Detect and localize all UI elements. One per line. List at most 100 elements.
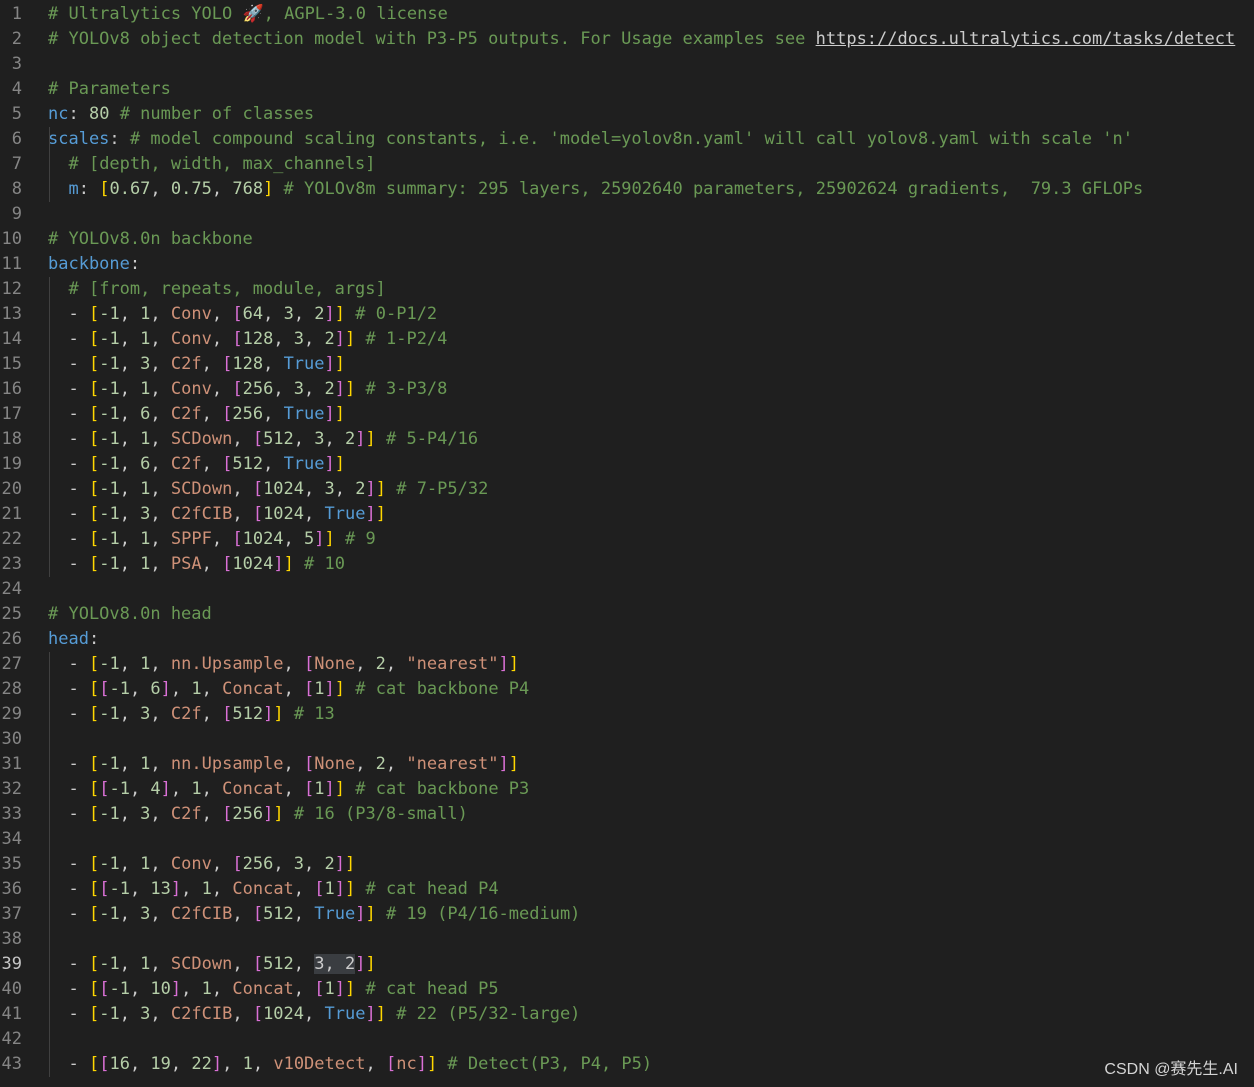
code-line[interactable]: 42 xyxy=(0,1027,1254,1052)
code-line[interactable]: 29 - [-1, 3, C2f, [512]] # 13 xyxy=(0,702,1254,727)
code-token: [ xyxy=(88,854,100,874)
line-code: - [-1, 1, Conv, [64, 3, 2]] # 0-P1/2 xyxy=(48,302,437,327)
code-line[interactable]: 38 xyxy=(0,927,1254,952)
code-token: 22 xyxy=(191,1054,212,1074)
line-number: 39 xyxy=(1,954,22,974)
code-token: 1 xyxy=(324,979,335,999)
code-token: [ xyxy=(99,979,110,999)
code-token: 6 xyxy=(150,679,161,699)
code-line[interactable]: 26 head: xyxy=(0,627,1254,652)
code-line[interactable]: 8 m: [0.67, 0.75, 768] # YOLOv8m summary… xyxy=(0,177,1254,202)
code-token: ] xyxy=(334,679,346,699)
code-token: 1 xyxy=(140,479,151,499)
code-line[interactable]: 18 - [-1, 1, SCDown, [512, 3, 2]] # 5-P4… xyxy=(0,427,1254,452)
code-line[interactable]: 9 xyxy=(0,202,1254,227)
code-line[interactable]: 21 - [-1, 3, C2fCIB, [1024, True]] xyxy=(0,502,1254,527)
code-token: [ xyxy=(88,304,100,324)
code-line[interactable]: 23 - [-1, 1, PSA, [1024]] # 10 xyxy=(0,552,1254,577)
code-token: 3 xyxy=(140,354,151,374)
code-line[interactable]: 2 # YOLOv8 object detection model with P3… xyxy=(0,27,1254,52)
code-token: [ xyxy=(222,404,233,424)
code-token: 1024 xyxy=(242,529,284,549)
code-token: 128 xyxy=(232,354,264,374)
code-token: , xyxy=(119,754,141,774)
code-token: 1024 xyxy=(232,554,274,574)
line-number: 40 xyxy=(1,979,22,999)
code-line[interactable]: 41 - [-1, 3, C2fCIB, [1024, True]] # 22 … xyxy=(0,1002,1254,1027)
code-token: 1 xyxy=(140,954,151,974)
code-token: ] xyxy=(324,404,335,424)
code-token: "nearest" xyxy=(406,654,499,674)
code-token: ] xyxy=(160,779,171,799)
code-token: C2f xyxy=(170,804,202,824)
code-line[interactable]: 5 nc: 80 # number of classes xyxy=(0,102,1254,127)
code-token: [ xyxy=(88,704,100,724)
code-line[interactable]: 3 xyxy=(0,52,1254,77)
code-token: [ xyxy=(88,404,100,424)
code-token: [ xyxy=(88,904,100,924)
code-line[interactable]: 10 # YOLOv8.0n backbone xyxy=(0,227,1254,252)
code-token: , xyxy=(150,704,171,724)
code-token: nn.Upsample xyxy=(170,754,284,774)
code-line[interactable]: 7 # [depth, width, max_channels] xyxy=(0,152,1254,177)
code-token: [ xyxy=(252,504,264,524)
code-token: -1 xyxy=(99,479,120,499)
code-line[interactable]: 20 - [-1, 1, SCDown, [1024, 3, 2]] # 7-P… xyxy=(0,477,1254,502)
code-token: ] xyxy=(314,529,325,549)
code-token: # 13 xyxy=(283,704,335,724)
code-token: -1 xyxy=(99,804,120,824)
code-token: , xyxy=(283,654,304,674)
code-line[interactable]: 16 - [-1, 1, Conv, [256, 3, 2]] # 3-P3/8 xyxy=(0,377,1254,402)
code-token: 3 xyxy=(324,479,335,499)
code-line[interactable]: 14 - [-1, 1, Conv, [128, 3, 2]] # 1-P2/4 xyxy=(0,327,1254,352)
line-code: # YOLOv8.0n head xyxy=(48,602,212,627)
code-line[interactable]: 28 - [[-1, 6], 1, Concat, [1]] # cat bac… xyxy=(0,677,1254,702)
code-line[interactable]: 34 xyxy=(0,827,1254,852)
code-token: , xyxy=(211,329,233,349)
indent-guide xyxy=(49,127,50,202)
code-line[interactable]: 4 # Parameters xyxy=(0,77,1254,102)
code-token: -1 xyxy=(99,329,120,349)
code-line[interactable]: 12 # [from, repeats, module, args] xyxy=(0,277,1254,302)
line-number: 36 xyxy=(1,879,22,899)
code-token: 0.75 xyxy=(170,179,212,199)
code-line[interactable]: 35 - [-1, 1, Conv, [256, 3, 2]] xyxy=(0,852,1254,877)
code-line[interactable]: 19 - [-1, 6, C2f, [512, True]] xyxy=(0,452,1254,477)
code-token: 19 xyxy=(150,1054,171,1074)
code-token: 256 xyxy=(242,854,274,874)
code-line[interactable]: 30 xyxy=(0,727,1254,752)
code-token: ] xyxy=(334,329,346,349)
code-token: SCDown xyxy=(170,429,233,449)
code-token: , xyxy=(283,529,305,549)
code-line[interactable]: 11 backbone: xyxy=(0,252,1254,277)
line-number: 11 xyxy=(1,254,22,274)
code-line[interactable]: 36 - [[-1, 13], 1, Concat, [1]] # cat he… xyxy=(0,877,1254,902)
code-token: - xyxy=(48,354,89,374)
code-line[interactable]: 22 - [-1, 1, SPPF, [1024, 5]] # 9 xyxy=(0,527,1254,552)
code-line[interactable]: 27 - [-1, 1, nn.Upsample, [None, 2, "nea… xyxy=(0,652,1254,677)
code-token: ] xyxy=(160,679,171,699)
code-line[interactable]: 33 - [-1, 3, C2f, [256]] # 16 (P3/8-smal… xyxy=(0,802,1254,827)
code-line[interactable]: 15 - [-1, 3, C2f, [128, True]] xyxy=(0,352,1254,377)
code-line[interactable]: 43 - [[16, 19, 22], 1, v10Detect, [nc]] … xyxy=(0,1052,1254,1077)
code-line[interactable]: 1 # Ultralytics YOLO 🚀, AGPL-3.0 license xyxy=(0,2,1254,27)
code-line[interactable]: 40 - [[-1, 10], 1, Concat, [1]] # cat he… xyxy=(0,977,1254,1002)
code-line[interactable]: 24 xyxy=(0,577,1254,602)
line-code: - [[-1, 4], 1, Concat, [1]] # cat backbo… xyxy=(48,777,529,802)
code-line[interactable]: 17 - [-1, 6, C2f, [256, True]] xyxy=(0,402,1254,427)
code-line[interactable]: 32 - [[-1, 4], 1, Concat, [1]] # cat bac… xyxy=(0,777,1254,802)
code-line[interactable]: 6 scales: # model compound scaling consta… xyxy=(0,127,1254,152)
code-token: ] xyxy=(365,1004,376,1024)
code-token: m xyxy=(68,179,79,199)
code-line[interactable]: 37 - [-1, 3, C2fCIB, [512, True]] # 19 (… xyxy=(0,902,1254,927)
code-editor[interactable]: 1 # Ultralytics YOLO 🚀, AGPL-3.0 license 2… xyxy=(0,2,1254,1077)
docs-link[interactable]: https://docs.ultralytics.com/tasks/detec… xyxy=(816,29,1236,49)
code-token: True xyxy=(283,354,325,374)
code-line[interactable]: 39 - [-1, 1, SCDown, [512, 3, 2]] xyxy=(0,952,1254,977)
line-code: backbone: xyxy=(48,252,140,277)
code-line[interactable]: 31 - [-1, 1, nn.Upsample, [None, 2, "nea… xyxy=(0,752,1254,777)
code-line[interactable]: 25 # YOLOv8.0n head xyxy=(0,602,1254,627)
code-token: , xyxy=(119,954,141,974)
code-token: -1 xyxy=(99,754,120,774)
code-line[interactable]: 13 - [-1, 1, Conv, [64, 3, 2]] # 0-P1/2 xyxy=(0,302,1254,327)
